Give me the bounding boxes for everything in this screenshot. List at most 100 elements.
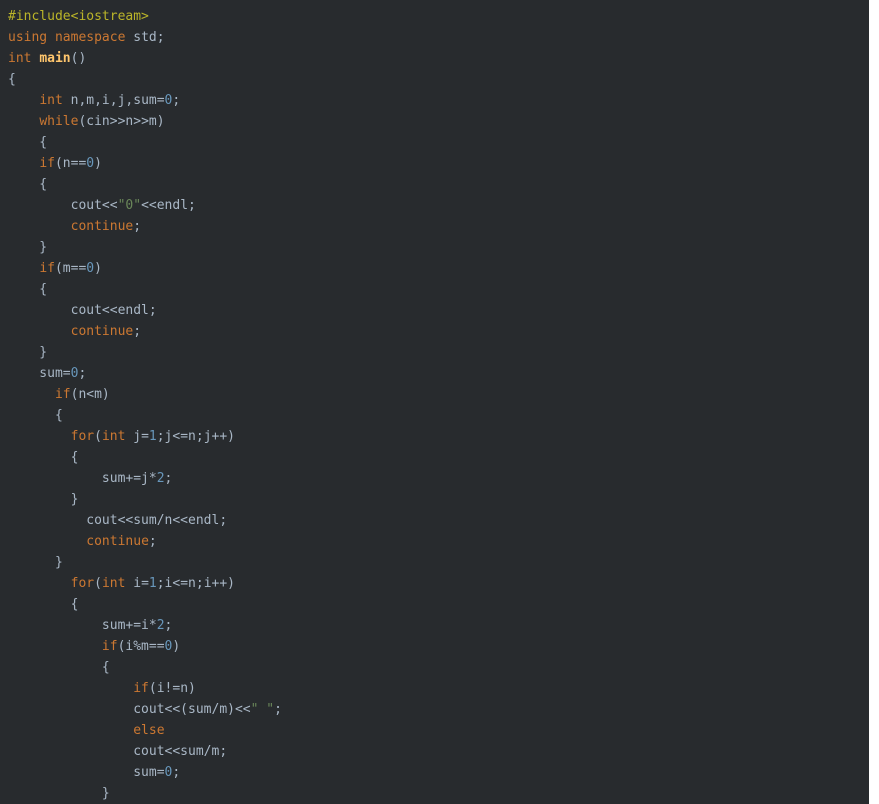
code-token: ; (148, 534, 157, 549)
code-token: cout<<sum/m; (8, 744, 228, 759)
code-token: if (54, 387, 71, 402)
code-token: { (8, 282, 48, 297)
code-token: ;j<=n;j++) (156, 429, 236, 444)
code-line: } (8, 237, 869, 258)
code-line: { (8, 657, 869, 678)
code-token: ) (172, 639, 181, 654)
code-line: } (8, 552, 869, 573)
code-line: if(n<m) (8, 384, 869, 405)
code-token: else (133, 723, 165, 738)
code-token: cout<<sum/n<<endl; (8, 513, 228, 528)
code-token: for (70, 576, 95, 591)
code-token: if (39, 261, 55, 276)
code-token: #include<iostream> (8, 9, 149, 24)
code-token: std; (125, 30, 165, 45)
code-token: (n== (54, 156, 87, 171)
code-line: int main() (8, 48, 869, 69)
code-line: continue; (8, 531, 869, 552)
code-token: } (8, 555, 63, 570)
code-token: ; (164, 471, 173, 486)
code-line: if(m==0) (8, 258, 869, 279)
code-line: } (8, 489, 869, 510)
code-token: 2 (156, 471, 165, 486)
code-token: () (70, 51, 87, 66)
code-token: while (39, 114, 79, 129)
code-token: j= (125, 429, 149, 444)
code-token: (cin>>n>>m) (78, 114, 165, 129)
code-token: sum= (8, 765, 165, 780)
code-token: ; (172, 93, 181, 108)
code-token: int (8, 51, 32, 66)
code-token: 1 (148, 429, 157, 444)
code-line: sum+=j*2; (8, 468, 869, 489)
code-line: { (8, 447, 869, 468)
code-line: if(n==0) (8, 153, 869, 174)
code-line: { (8, 405, 869, 426)
code-token: int (101, 576, 126, 591)
code-line: continue; (8, 321, 869, 342)
code-line: #include<iostream> (8, 6, 869, 27)
code-token: n,m,i,j,sum= (62, 93, 165, 108)
code-line: cout<<sum/m; (8, 741, 869, 762)
code-token: <<endl; (141, 198, 196, 213)
code-token: ; (78, 366, 87, 381)
code-line: sum=0; (8, 762, 869, 783)
code-token: main (39, 51, 71, 66)
code-line: { (8, 594, 869, 615)
code-token: { (8, 450, 79, 465)
code-token: using (8, 30, 48, 45)
code-token: } (8, 492, 79, 507)
code-line: } (8, 783, 869, 804)
code-line: { (8, 69, 869, 90)
code-token: { (8, 135, 48, 150)
code-token: int (39, 93, 63, 108)
code-line: for(int j=1;j<=n;j++) (8, 426, 869, 447)
code-line: int n,m,i,j,sum=0; (8, 90, 869, 111)
code-token: (i!=n) (148, 681, 196, 696)
code-token: cout<<(sum/m)<< (8, 702, 251, 717)
code-token: 0 (86, 261, 95, 276)
code-token: " " (250, 702, 275, 717)
code-line: } (8, 342, 869, 363)
code-token: { (8, 660, 110, 675)
code-token: continue (70, 324, 134, 339)
code-token: sum= (8, 366, 71, 381)
code-line: cout<<endl; (8, 300, 869, 321)
code-line: if(i!=n) (8, 678, 869, 699)
code-line: else (8, 720, 869, 741)
code-token: continue (70, 219, 134, 234)
code-line: while(cin>>n>>m) (8, 111, 869, 132)
code-token: ;i<=n;i++) (156, 576, 236, 591)
code-token: { (8, 408, 63, 423)
code-line: sum=0; (8, 363, 869, 384)
code-token: sum+=i* (8, 618, 157, 633)
code-token: i= (125, 576, 149, 591)
code-token: ; (164, 618, 173, 633)
code-editor-panel[interactable]: #include<iostream> using namespace std; in… (0, 0, 869, 804)
code-token: if (39, 156, 55, 171)
code-token: if (101, 639, 118, 654)
code-line: cout<<sum/n<<endl; (8, 510, 869, 531)
code-token: ( (94, 576, 102, 591)
code-line: cout<<(sum/m)<<" "; (8, 699, 869, 720)
code-token: ; (274, 702, 282, 717)
code-line: using namespace std; (8, 27, 869, 48)
code-token: for (70, 429, 95, 444)
code-line: continue; (8, 216, 869, 237)
code-token: if (133, 681, 149, 696)
code-token: (m== (54, 261, 87, 276)
code-token: ) (94, 156, 102, 171)
code-token: { (8, 72, 16, 87)
code-token: ; (172, 765, 181, 780)
code-token: { (8, 597, 79, 612)
code-line: { (8, 279, 869, 300)
code-line: { (8, 174, 869, 195)
